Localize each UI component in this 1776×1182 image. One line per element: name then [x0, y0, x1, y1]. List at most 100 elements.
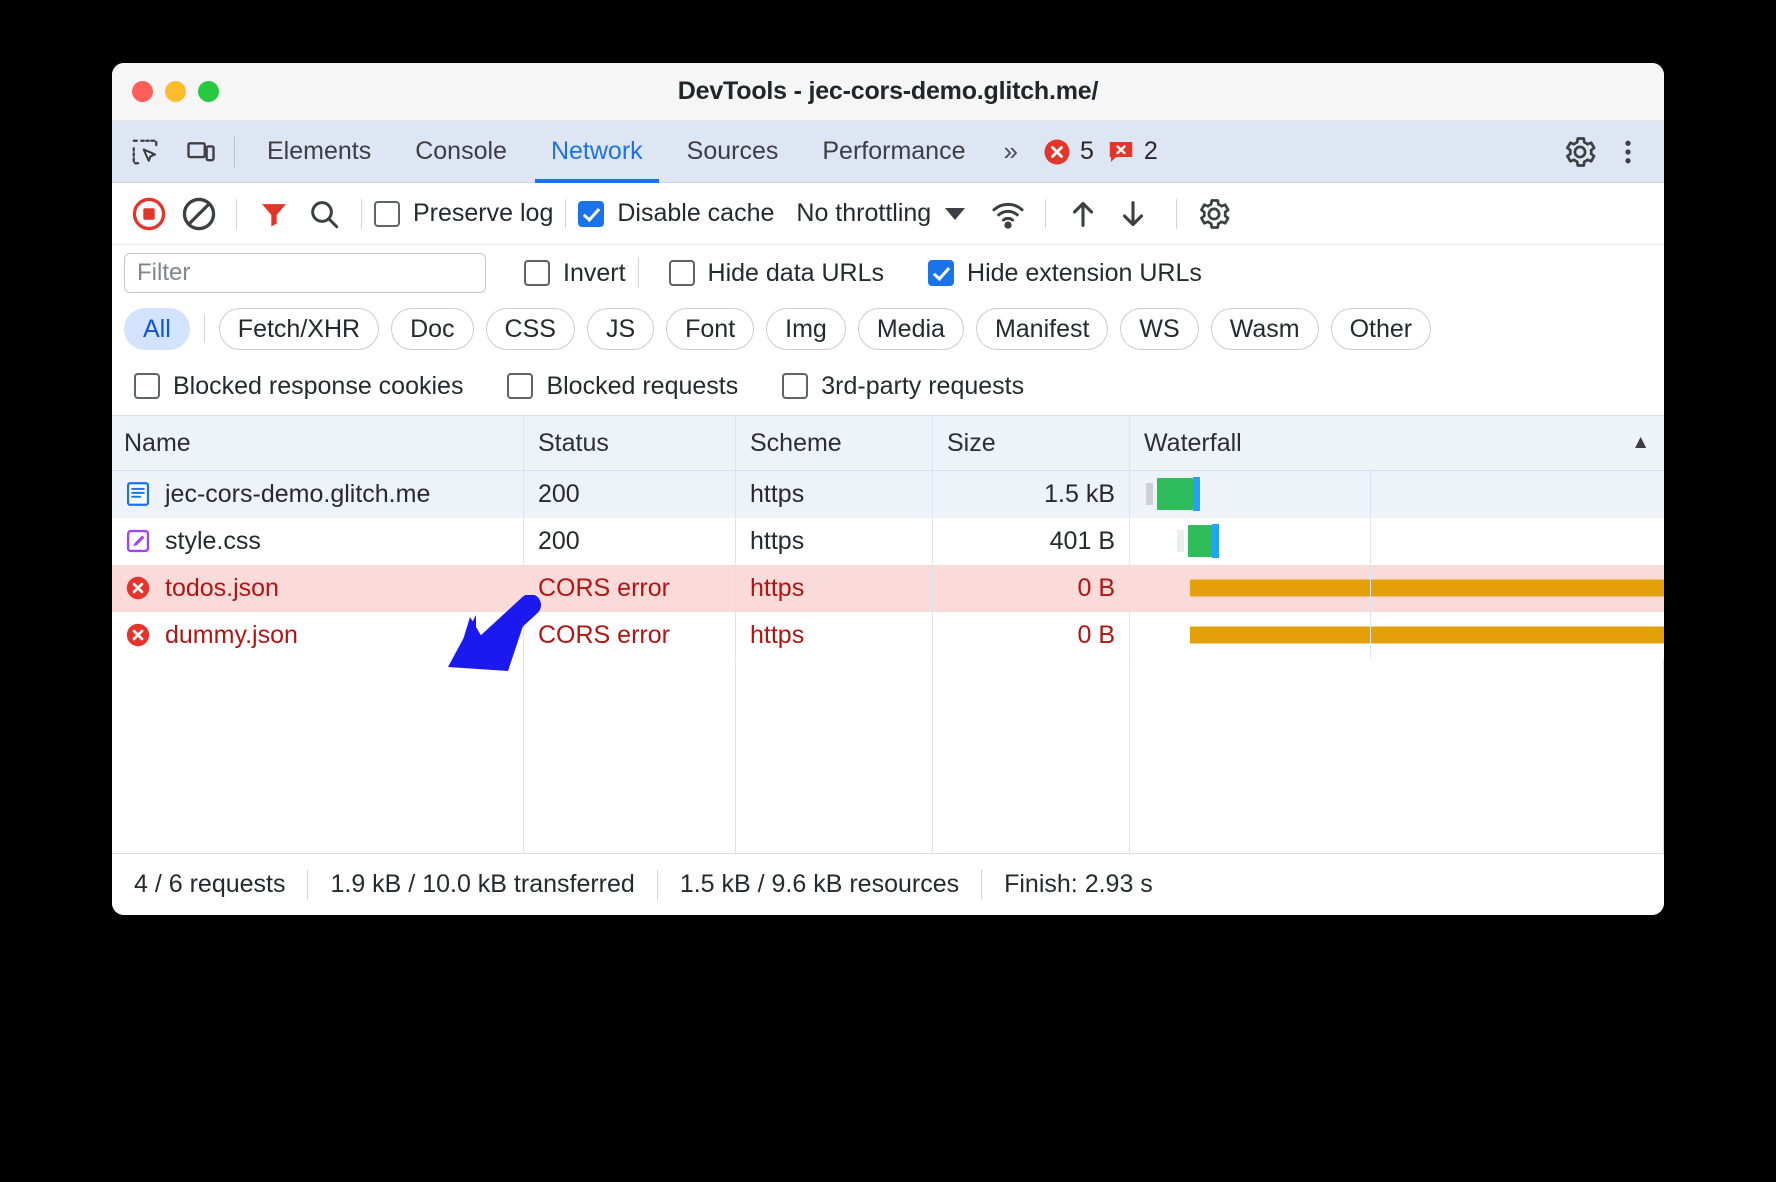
tab-elements[interactable]: Elements	[245, 121, 393, 183]
disable-cache-box[interactable]	[578, 200, 605, 227]
cell-name: jec-cors-demo.glitch.me	[112, 471, 524, 517]
preserve-log-box[interactable]	[374, 200, 400, 227]
type-pill-media[interactable]: Media	[857, 308, 964, 350]
status-transferred: 1.9 kB / 10.0 kB transferred	[330, 870, 635, 898]
pill-label: CSS	[504, 314, 556, 343]
error-count-badge[interactable]: 5	[1042, 137, 1094, 167]
third-party-requests-box[interactable]	[782, 373, 809, 399]
device-toolbar-icon[interactable]	[178, 129, 224, 175]
hide-data-urls-box[interactable]	[668, 260, 695, 286]
cell-status: 200	[524, 471, 736, 517]
blocked-response-cookies-checkbox[interactable]: Blocked response cookies	[134, 372, 463, 401]
waterfall-queueing-bar	[1177, 530, 1184, 552]
cell-name: dummy.json	[112, 612, 524, 658]
column-header-waterfall[interactable]: Waterfall ▲	[1130, 416, 1664, 470]
type-pill-font[interactable]: Font	[666, 308, 755, 350]
devtools-kebab-menu-icon[interactable]	[1604, 128, 1652, 176]
column-header-scheme[interactable]: Scheme	[736, 416, 933, 470]
table-header-row: Name Status Scheme Size Waterfall ▲	[112, 415, 1664, 471]
network-settings-gear-icon[interactable]	[1189, 189, 1239, 239]
minimize-window-button[interactable]	[165, 81, 186, 102]
search-input[interactable]	[124, 253, 486, 293]
hide-extension-urls-checkbox[interactable]: Hide extension URLs	[928, 259, 1202, 288]
request-name: dummy.json	[165, 620, 298, 649]
close-window-button[interactable]	[132, 81, 153, 102]
waterfall-gridline	[1370, 471, 1371, 517]
invert-box[interactable]	[524, 260, 550, 286]
type-pill-img[interactable]: Img	[766, 308, 846, 350]
import-har-button[interactable]	[1058, 189, 1108, 239]
disable-cache-checkbox[interactable]: Disable cache	[578, 199, 774, 228]
table-row[interactable]: jec-cors-demo.glitch.me 200 https 1.5 kB	[112, 471, 1664, 518]
cell-waterfall	[1130, 565, 1664, 611]
type-pill-css[interactable]: CSS	[485, 308, 575, 350]
request-name: todos.json	[165, 573, 279, 602]
hide-extension-urls-box[interactable]	[928, 260, 955, 286]
pill-label: JS	[605, 314, 636, 343]
console-message-badge[interactable]: 2	[1106, 137, 1158, 167]
devtools-settings-gear-icon[interactable]	[1556, 128, 1604, 176]
third-party-requests-label: 3rd-party requests	[821, 371, 1025, 400]
type-pill-all[interactable]: All	[124, 308, 190, 350]
blocked-requests-box[interactable]	[507, 373, 534, 399]
inspect-element-icon[interactable]	[122, 129, 168, 175]
type-pill-doc[interactable]: Doc	[391, 308, 474, 350]
invert-label: Invert	[563, 258, 626, 287]
table-row[interactable]: todos.json CORS error https 0 B	[112, 565, 1664, 612]
tab-label: Console	[415, 137, 507, 165]
cell-scheme: https	[736, 518, 933, 564]
network-conditions-button[interactable]	[983, 189, 1033, 239]
error-circle-icon	[1044, 139, 1070, 164]
filter-funnel-button[interactable]	[249, 189, 299, 239]
type-pill-ws[interactable]: WS	[1120, 308, 1199, 350]
hide-data-urls-checkbox[interactable]: Hide data URLs	[668, 258, 885, 288]
tab-console[interactable]: Console	[393, 121, 529, 183]
export-har-button[interactable]	[1108, 189, 1158, 239]
column-header-size[interactable]: Size	[933, 416, 1130, 470]
type-pill-manifest[interactable]: Manifest	[975, 308, 1109, 350]
clear-requests-button[interactable]	[174, 189, 224, 239]
waterfall-marker-bar	[1193, 477, 1200, 511]
tab-sources[interactable]: Sources	[665, 121, 801, 183]
cell-waterfall	[1130, 612, 1664, 658]
toolbar-divider	[236, 198, 237, 229]
blocked-requests-label: Blocked requests	[546, 371, 739, 400]
record-stop-button[interactable]	[124, 189, 174, 239]
type-pill-js[interactable]: JS	[586, 308, 655, 350]
blocked-requests-checkbox[interactable]: Blocked requests	[507, 372, 738, 401]
throttling-value: No throttling	[796, 199, 932, 227]
request-name: style.css	[165, 526, 261, 555]
third-party-requests-checkbox[interactable]: 3rd-party requests	[782, 372, 1024, 401]
throttling-dropdown[interactable]: No throttling	[796, 199, 966, 228]
toolbar-divider-5	[1176, 198, 1178, 229]
waterfall-download-bar	[1157, 478, 1193, 510]
cell-scheme: https	[736, 612, 933, 658]
blocked-response-cookies-box[interactable]	[134, 373, 160, 399]
preserve-log-checkbox[interactable]: Preserve log	[374, 199, 553, 228]
search-button[interactable]	[299, 189, 349, 239]
hide-data-urls-label: Hide data URLs	[707, 258, 885, 287]
document-icon	[126, 482, 150, 506]
type-pill-fetch-xhr[interactable]: Fetch/XHR	[218, 308, 380, 350]
column-header-name[interactable]: Name	[112, 416, 524, 470]
toolbar-divider-2	[361, 198, 362, 229]
filler-waterfall	[1130, 659, 1664, 867]
window-title: DevTools - jec-cors-demo.glitch.me/	[677, 77, 1099, 105]
tab-label: Elements	[267, 137, 372, 165]
network-toolbar: Preserve log Disable cache No throttling	[112, 183, 1664, 245]
table-row[interactable]: style.css 200 https 401 B	[112, 518, 1664, 565]
table-row[interactable]: dummy.json CORS error https 0 B	[112, 612, 1664, 659]
type-pill-other[interactable]: Other	[1330, 308, 1432, 350]
column-header-status[interactable]: Status	[524, 416, 736, 470]
invert-checkbox[interactable]: Invert	[524, 259, 626, 288]
maximize-window-button[interactable]	[198, 81, 219, 102]
waterfall-stalled-bar	[1190, 579, 1664, 597]
toolbar-divider-3	[565, 198, 567, 229]
tab-network[interactable]: Network	[529, 121, 665, 183]
filler-name	[112, 659, 524, 867]
tab-performance[interactable]: Performance	[800, 121, 987, 183]
cell-size: 0 B	[933, 612, 1130, 658]
waterfall-queueing-bar	[1146, 483, 1153, 505]
more-tabs-icon[interactable]: »	[987, 136, 1029, 167]
type-pill-wasm[interactable]: Wasm	[1210, 308, 1319, 350]
